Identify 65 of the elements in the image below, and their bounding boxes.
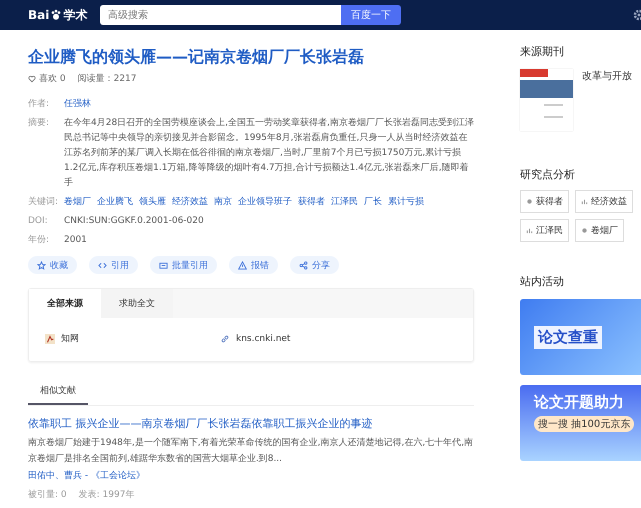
field-link[interactable]: 卷烟厂	[64, 195, 91, 210]
journal-cover[interactable]	[520, 69, 573, 131]
field-link[interactable]: 江泽民	[331, 195, 358, 210]
source-name[interactable]: 知网	[61, 332, 79, 345]
read-count: 阅读量：2217	[78, 72, 136, 85]
code-icon	[98, 260, 107, 270]
publish-year: 发表: 1997年	[78, 488, 134, 501]
field-label: DOI:	[28, 215, 49, 228]
field-value: 在今年4月28日召开的全国劳模座谈会上,全国五一劳动奖章获得者,南京卷烟厂厂长张岩磊同志受到江泽民总书记等中央领导的亲切接见并合影留念。1995年8月,张岩磊肩负重任,只身一人从当时经济效益在江苏名列前茅的某厂调入长期在低谷徘徊的南京卷烟厂,当时,厂里前7个月已亏损1750万元,累计亏损1.2亿元,库存积压卷烟1.1万箱,降等降级的烟叶有4.7万担,合计亏损额达1.4亿元,张岩磊来厂后,随即着手	[64, 116, 474, 190]
heart-icon	[28, 74, 36, 82]
action-button[interactable]: 引用	[89, 256, 138, 274]
search-button[interactable]: 百度一下	[341, 5, 401, 25]
result-authors[interactable]: 田佑中、曹兵 - 《工会论坛》	[28, 469, 474, 482]
paw-icon	[50, 9, 62, 21]
field-label: 关键词:	[28, 196, 60, 209]
topic-chip[interactable]: 江泽民	[520, 219, 569, 242]
field-link[interactable]: 企业腾飞	[97, 195, 133, 210]
banner-title: 论文开题助力	[534, 393, 624, 412]
star-icon	[37, 260, 46, 270]
topic-chip[interactable]: 经济效益	[575, 190, 633, 213]
site-logo-icon	[45, 334, 55, 344]
dot-icon	[581, 227, 588, 234]
action-button[interactable]: 收藏	[28, 256, 77, 274]
field-link[interactable]: 企业领导班子	[238, 195, 292, 210]
section-heading: 站内活动	[520, 274, 565, 289]
promo-banner[interactable]: 论文开题助力 搜一搜 抽100元京东	[520, 385, 641, 461]
field-link[interactable]: 经济效益	[172, 195, 208, 210]
journal-name[interactable]: 改革与开放	[582, 69, 632, 131]
field-link[interactable]: 南京	[214, 195, 232, 210]
field-link[interactable]: 累计亏损	[388, 195, 424, 210]
action-button[interactable]: 批量引用	[150, 256, 217, 274]
banner-subtitle: 搜一搜 抽100元京东	[534, 416, 634, 432]
result-snippet: 南京卷烟厂始建于1948年,是一个随军南下,有着光荣革命传统的国有企业,南京人还清楚地记得,在六,七十年代,南京卷烟厂是排名全国前列,雄踞华东数省的国营大烟草企业.到8...	[28, 436, 474, 466]
link-icon	[220, 334, 230, 344]
bar-chart-icon	[526, 227, 533, 234]
citation-count: 被引量: 0	[28, 488, 67, 501]
field-link[interactable]: 领头雁	[139, 195, 166, 210]
banner-title: 论文查重	[534, 326, 602, 348]
action-button[interactable]: 报错	[229, 256, 278, 274]
field-link[interactable]: 获得者	[298, 195, 325, 210]
warning-icon	[238, 260, 247, 270]
dot-icon	[526, 198, 533, 205]
section-heading: 来源期刊	[520, 44, 565, 59]
logo[interactable]: Bai 学术	[28, 6, 88, 24]
bar-chart-icon	[581, 198, 588, 205]
field-link[interactable]: 任强林	[64, 97, 91, 112]
field-label: 年份:	[28, 234, 50, 247]
article-title: 企业腾飞的领头雁——记南京卷烟厂厂长张岩磊	[28, 46, 365, 68]
source-url[interactable]: kns.cnki.net	[236, 334, 290, 344]
topic-chip[interactable]: 获得者	[520, 190, 569, 213]
result-title[interactable]: 依靠职工 振兴企业——南京卷烟厂厂长张岩磊依靠职工振兴企业的事迹	[28, 416, 474, 432]
field-link[interactable]: 厂长	[364, 195, 382, 210]
source-tab[interactable]: 全部来源	[29, 289, 101, 318]
field-label: 摘要:	[28, 116, 50, 130]
search-field[interactable]: 高级搜索	[100, 5, 341, 25]
topic-chip[interactable]: 卷烟厂	[575, 219, 624, 242]
field-value: 2001	[64, 234, 87, 247]
section-heading: 研究点分析	[520, 167, 576, 182]
like-button[interactable]: 喜欢 0	[28, 72, 66, 85]
field-label: 作者:	[28, 98, 50, 111]
similar-tab[interactable]: 相似文献	[28, 378, 88, 405]
field-value: CNKI:SUN:GGKF.0.2001-06-020	[64, 215, 204, 228]
promo-banner[interactable]: 论文查重	[520, 299, 641, 375]
action-button[interactable]: 分享	[290, 256, 339, 274]
share-icon	[299, 260, 308, 270]
